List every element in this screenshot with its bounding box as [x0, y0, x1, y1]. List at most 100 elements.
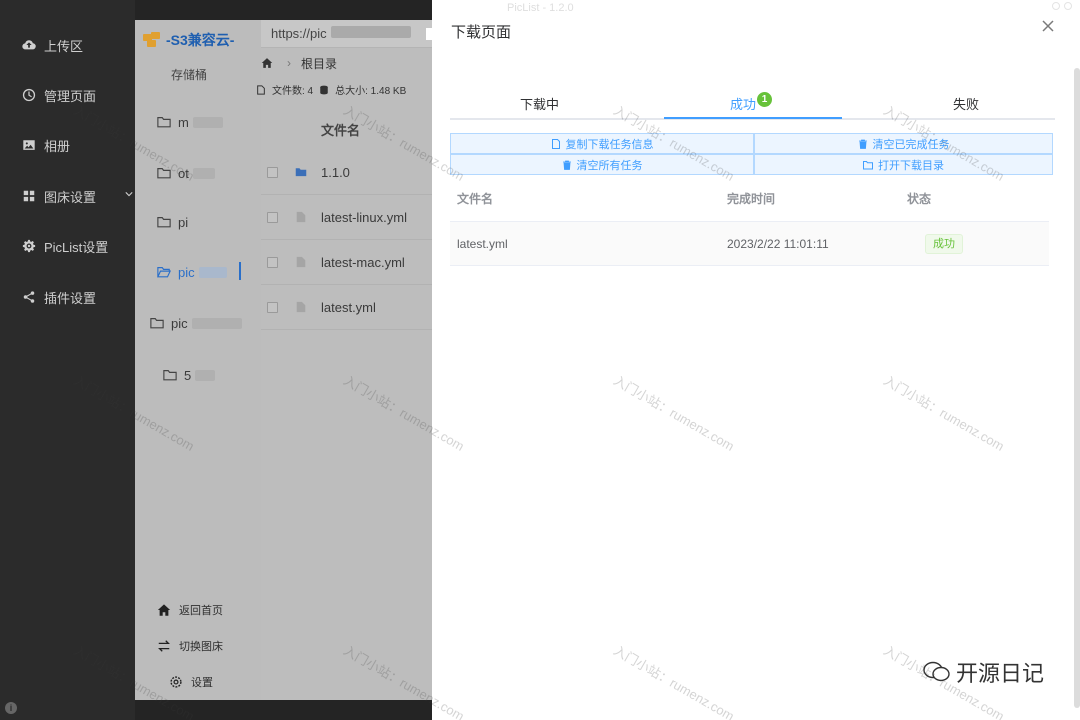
table-row[interactable]: 1.1.0 [261, 150, 432, 195]
file-icon [296, 256, 306, 268]
nav-item-label: 图床设置 [44, 189, 97, 205]
file-name: latest-mac.yml [321, 254, 405, 270]
file-count: 文件数: 4 [272, 86, 314, 97]
active-indicator [239, 262, 241, 280]
tab-downloading[interactable]: 下载中 [520, 94, 559, 113]
folder-icon [157, 217, 171, 228]
folder-icon [295, 168, 307, 177]
download-tabs: 下载中 成功 1 失败 [450, 86, 1055, 120]
bucket-sidebar: -S3兼容云- 存储桶 m ot pi pic pic 5 返回首页 切换图床 … [135, 20, 261, 700]
total-size: 总大小: 1.48 KB [335, 86, 407, 97]
info-icon[interactable]: i [5, 702, 17, 714]
status-badge: 成功 [925, 234, 963, 254]
open-download-dir-button[interactable]: 打开下载目录 [754, 154, 1053, 175]
download-drawer: PicList - 1.2.0 下载页面 下载中 成功 1 失败 复制下载任务信… [432, 0, 1080, 720]
drawer-title: 下载页面 [451, 24, 512, 41]
breadcrumb-root[interactable]: 根目录 [301, 55, 337, 72]
tab-failed[interactable]: 失败 [953, 94, 979, 113]
clear-completed-button[interactable]: 清空已完成任务 [754, 133, 1053, 154]
folder-icon [150, 318, 164, 329]
nav-item-picbed-settings[interactable]: 图床设置 [0, 181, 135, 211]
nav-item-label: 插件设置 [44, 290, 97, 306]
bucket-item[interactable]: m [157, 112, 223, 132]
copy-task-info-button[interactable]: 复制下载任务信息 [450, 133, 754, 154]
brand-watermark: 开源日记 [922, 656, 1044, 688]
home-icon[interactable] [261, 57, 273, 69]
file-stats: 文件数: 4 总大小: 1.48 KB [256, 82, 406, 97]
file-icon [257, 84, 265, 95]
switch-icon [158, 640, 170, 652]
row-checkbox[interactable] [267, 166, 278, 178]
tab-active-indicator [664, 117, 842, 119]
picbed-logo: -S3兼容云- [143, 30, 234, 50]
image-icon [22, 138, 36, 152]
clock-icon [22, 88, 36, 102]
settings-button[interactable]: 设置 [169, 672, 213, 692]
task-time: 2023/2/22 11:01:11 [727, 237, 829, 251]
folder-icon [157, 168, 171, 179]
nav-item-label: PicList设置 [44, 239, 109, 255]
picbed-name: -S3兼容云- [166, 32, 235, 48]
folder-icon [163, 370, 177, 381]
bucket-url-bar[interactable]: https://pic [261, 20, 432, 48]
row-checkbox[interactable] [267, 211, 278, 223]
nav-item-piclist-settings[interactable]: PicList设置 [0, 231, 135, 261]
bucket-subtitle: 存储桶 [171, 68, 208, 82]
file-name: latest.yml [321, 299, 376, 315]
bucket-item[interactable]: ot [157, 163, 215, 183]
column-header-filename: 文件名 [457, 192, 494, 206]
success-count-badge: 1 [757, 92, 772, 107]
file-icon [296, 211, 306, 223]
nav-item-label: 上传区 [44, 38, 84, 54]
breadcrumb: › 根目录 [261, 53, 337, 73]
bucket-item-active[interactable]: pic [157, 262, 227, 282]
window-controls [1052, 2, 1072, 10]
bucket-item[interactable]: pi [157, 212, 188, 232]
folder-icon [157, 117, 171, 128]
file-name: latest-linux.yml [321, 209, 407, 225]
nav-item-label: 管理页面 [44, 88, 97, 104]
trash-icon [562, 160, 571, 170]
back-home-button[interactable]: 返回首页 [157, 600, 223, 620]
column-header-time: 完成时间 [727, 192, 776, 206]
share-icon [22, 290, 36, 304]
switch-picbed-button[interactable]: 切换图床 [157, 636, 223, 656]
folder-icon [863, 160, 873, 169]
grid-icon [22, 189, 36, 203]
nav-item-album[interactable]: 相册 [0, 130, 135, 160]
minimize-icon[interactable] [1052, 2, 1060, 10]
document-icon [551, 138, 560, 149]
file-browser: https://pic › 根目录 文件数: 4 总大小: 1.48 KB 文件… [257, 20, 432, 700]
file-icon [296, 301, 306, 313]
close-icon[interactable] [1040, 18, 1056, 34]
table-row[interactable]: latest-linux.yml [261, 195, 432, 240]
tab-success[interactable]: 成功 [730, 94, 756, 113]
s3-logo-icon [143, 32, 163, 48]
nav-item-upload[interactable]: 上传区 [0, 30, 135, 60]
wechat-icon [923, 661, 950, 682]
cloud-upload-icon [22, 38, 36, 52]
home-icon [157, 604, 171, 616]
table-row[interactable]: latest-mac.yml [261, 240, 432, 285]
row-checkbox[interactable] [267, 301, 278, 313]
chevron-right-icon: › [287, 56, 291, 70]
nav-item-plugin-settings[interactable]: 插件设置 [0, 282, 135, 312]
bucket-item[interactable]: pic [150, 313, 242, 333]
scrollbar[interactable] [1074, 68, 1080, 708]
clear-all-button[interactable]: 清空所有任务 [450, 154, 754, 175]
window-title: PicList - 1.2.0 [507, 2, 574, 14]
table-row[interactable]: latest.yml 2023/2/22 11:01:11 成功 [450, 221, 1049, 266]
column-header-status: 状态 [907, 192, 932, 206]
nav-item-manage[interactable]: 管理页面 [0, 80, 135, 110]
file-name: 1.1.0 [321, 164, 350, 180]
main-sidebar: 上传区 管理页面 相册 图床设置 PicList设置 插件设置 i [0, 0, 135, 720]
bucket-url: https://pic [271, 26, 327, 41]
row-checkbox[interactable] [267, 256, 278, 268]
trash-icon [858, 139, 867, 149]
gear-icon [170, 676, 182, 688]
table-row[interactable]: latest.yml [261, 285, 432, 330]
column-header-name[interactable]: 文件名 [321, 120, 360, 139]
bucket-item[interactable]: 5 [163, 365, 216, 385]
close-window-icon[interactable] [1064, 2, 1072, 10]
chevron-down-icon [125, 192, 133, 197]
